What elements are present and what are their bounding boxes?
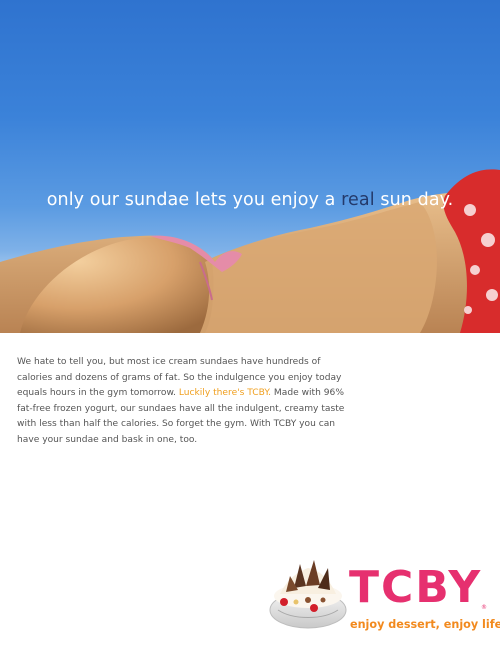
brand-tagline: enjoy dessert, enjoy life. <box>350 618 500 631</box>
ad-page: only our sundae lets you enjoy a real su… <box>0 0 500 648</box>
headline-accent-word: real <box>341 190 375 210</box>
hero-photo <box>0 0 500 333</box>
registered-mark: ® <box>481 604 487 611</box>
headline-text-end: sun day. <box>374 190 454 210</box>
headline: only our sundae lets you enjoy a real su… <box>0 190 500 210</box>
body-copy-highlight: Luckily there's TCBY. <box>178 388 272 399</box>
body-copy: We hate to tell you, but most ice cream … <box>17 355 352 449</box>
sunbather-illustration <box>0 169 500 333</box>
headline-text: only our sundae lets you enjoy a <box>46 190 342 210</box>
tcby-logo: TCBY <box>349 562 483 613</box>
